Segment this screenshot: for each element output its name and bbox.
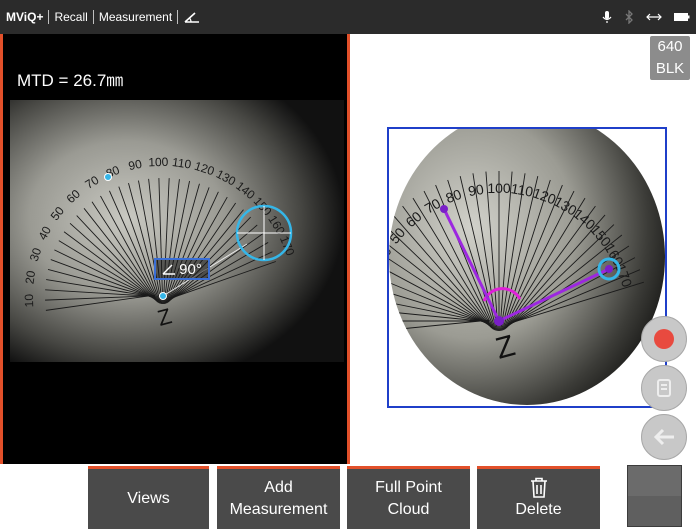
bluetooth-icon — [624, 10, 634, 24]
resolution-value: 640 — [657, 38, 683, 55]
trash-icon — [530, 477, 547, 498]
thumbnail[interactable] — [627, 465, 682, 527]
top-bar: MViQ+ Recall Measurement — [0, 0, 696, 34]
connection-icon — [646, 12, 662, 22]
mode-value: BLK — [655, 60, 685, 77]
breadcrumb-recall[interactable]: Recall — [49, 10, 92, 24]
delete-button[interactable]: Delete — [477, 466, 600, 529]
full-point-cloud-button[interactable]: Full Point Cloud — [347, 466, 470, 529]
angle-icon — [162, 264, 176, 275]
protractor-image[interactable]: 1020304050607080 90 100 110 1201301401501601… — [10, 100, 344, 362]
resolution-badge: 640 BLK — [650, 36, 690, 80]
back-icon — [653, 428, 674, 446]
microphone-icon — [602, 10, 612, 24]
add-measurement-label-1: Add — [264, 479, 293, 496]
status-icons — [602, 0, 690, 34]
scale-label: 110 — [171, 155, 192, 172]
copy-icon — [657, 379, 671, 397]
battery-icon — [674, 12, 690, 22]
full-point-cloud-label-2: Cloud — [387, 501, 430, 518]
views-label: Views — [127, 490, 170, 507]
add-measurement-label-2: Measurement — [229, 501, 328, 518]
vertex-marker[interactable] — [159, 292, 167, 300]
crosshair-cursor[interactable] — [235, 204, 293, 262]
breadcrumb-measurement[interactable]: Measurement — [94, 10, 177, 24]
scale-label: 20 — [22, 269, 38, 284]
angle-result-label[interactable]: 90° — [154, 258, 210, 280]
scale-label: 10 — [22, 293, 36, 307]
record-button[interactable] — [641, 316, 687, 362]
delete-label: Delete — [515, 501, 562, 518]
copy-button[interactable] — [641, 365, 687, 411]
add-measurement-button[interactable]: Add Measurement — [217, 466, 340, 529]
full-point-cloud-label-1: Full Point — [375, 479, 442, 496]
point-marker[interactable] — [104, 173, 112, 181]
angle-value: 90° — [179, 260, 202, 278]
back-button[interactable] — [641, 414, 687, 460]
mtd-readout: MTD = 26.7㎜ — [17, 71, 124, 90]
angle-icon[interactable] — [178, 11, 206, 23]
zoom-frame — [387, 127, 667, 408]
app-title[interactable]: MViQ+ — [0, 10, 48, 24]
thumbnail-image — [628, 466, 681, 496]
views-button[interactable]: Views — [88, 466, 209, 529]
scale-label: 100 — [148, 155, 169, 170]
record-icon — [654, 329, 674, 349]
